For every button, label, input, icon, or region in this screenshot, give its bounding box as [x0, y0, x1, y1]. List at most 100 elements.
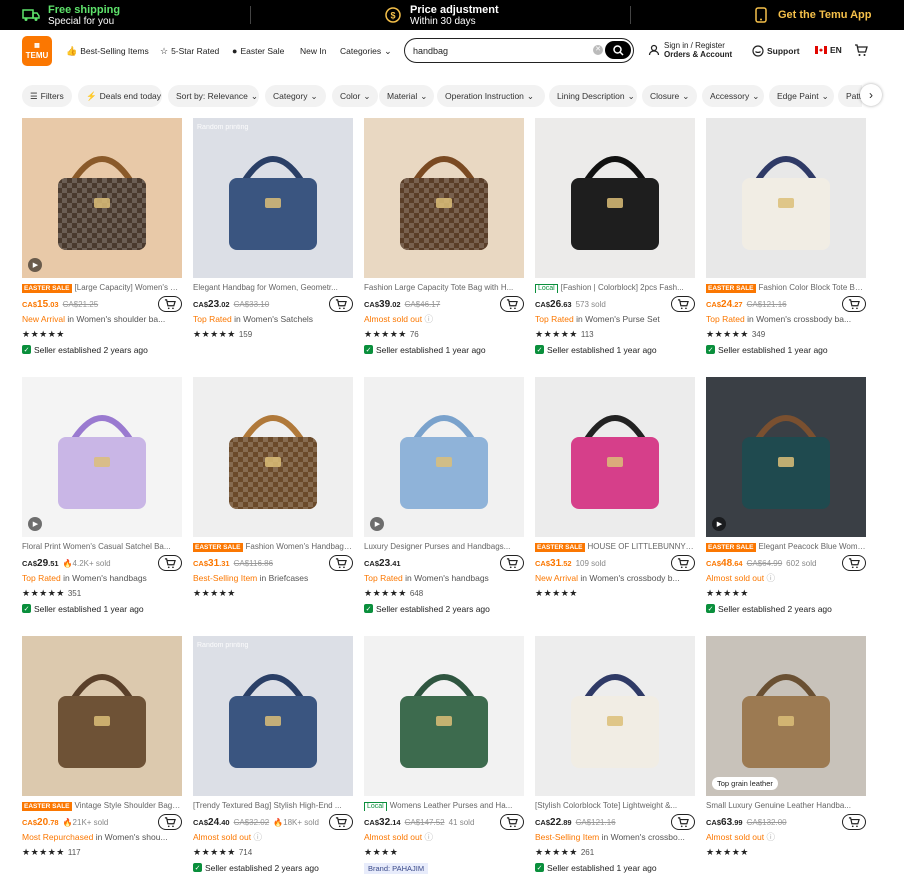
product-title[interactable]: Fashion Large Capacity Tote Bag with H..…	[364, 282, 524, 293]
product-card[interactable]: EASTER SALE Fashion Color Block Tote Bag.…	[706, 118, 866, 355]
product-title[interactable]: Local [Fashion | Colorblock] 2pcs Fash...	[535, 282, 695, 293]
accessory-dropdown[interactable]: Accessory ⌄	[702, 85, 764, 107]
add-to-cart-button[interactable]	[671, 296, 695, 312]
product-image[interactable]	[706, 118, 866, 278]
product-card[interactable]: ▶ Luxury Designer Purses and Handbags... C…	[364, 377, 524, 614]
promo-banner: Free shipping Special for you $ Price ad…	[0, 0, 904, 30]
product-card[interactable]: ▶ EASTER SALE Elegant Peacock Blue Wome...…	[706, 377, 866, 614]
add-to-cart-button[interactable]	[842, 555, 866, 571]
product-image[interactable]	[535, 377, 695, 537]
add-to-cart-button[interactable]	[158, 296, 182, 312]
product-card[interactable]: Random printing Elegant Handbag for Women…	[193, 118, 353, 340]
material-dropdown[interactable]: Material ⌄	[379, 85, 434, 107]
brand-tag[interactable]: Brand: PAHAJIM	[364, 863, 429, 874]
add-to-cart-button[interactable]	[842, 296, 866, 312]
add-to-cart-button[interactable]	[671, 814, 695, 830]
rating-stars: ★★★★★ 261	[535, 846, 695, 858]
product-card[interactable]: Local Womens Leather Purses and Ha... CA$3…	[364, 636, 524, 876]
lining-description-dropdown[interactable]: Lining Description ⌄	[549, 85, 637, 107]
review-count: 261	[580, 848, 595, 857]
product-title[interactable]: [Trendy Textured Bag] Stylish High-End .…	[193, 800, 353, 811]
filters-button[interactable]: ☰ Filters	[22, 85, 72, 107]
nav-five-star[interactable]: ☆ 5-Star Rated	[160, 40, 219, 62]
play-video-button[interactable]: ▶	[28, 517, 42, 531]
nav-easter-sale[interactable]: ● Easter Sale	[232, 40, 284, 62]
product-card[interactable]: Random printing [Trendy Textured Bag] Sty…	[193, 636, 353, 873]
filter-next-button[interactable]: ›	[860, 84, 882, 106]
add-to-cart-button[interactable]	[671, 555, 695, 571]
search-input[interactable]	[413, 43, 583, 58]
deals-end-today-chip[interactable]: ⚡ Deals end today	[78, 85, 162, 107]
product-image[interactable]: Random printing	[193, 636, 353, 796]
support-link[interactable]: Support	[752, 45, 800, 57]
product-title[interactable]: Small Luxury Genuine Leather Handba...	[706, 800, 866, 811]
product-title[interactable]: Local Womens Leather Purses and Ha...	[364, 800, 524, 811]
edge-paint-dropdown[interactable]: Edge Paint ⌄	[769, 85, 834, 107]
search-box[interactable]: ✕	[404, 38, 634, 63]
add-to-cart-button[interactable]	[329, 555, 353, 571]
color-dropdown[interactable]: Color ⌄	[332, 85, 378, 107]
product-image[interactable]: Random printing	[193, 118, 353, 278]
product-title[interactable]: EASTER SALE Elegant Peacock Blue Wome...	[706, 541, 866, 552]
product-title[interactable]: [Stylish Colorblock Tote] Lightweight &.…	[535, 800, 695, 811]
product-card[interactable]: EASTER SALE HOUSE OF LITTLEBUNNY Wh... CA$…	[535, 377, 695, 599]
operation-instruction-dropdown[interactable]: Operation Instruction ⌄	[437, 85, 545, 107]
language-selector[interactable]: EN	[815, 45, 842, 55]
nav-new-in[interactable]: New In	[300, 40, 326, 62]
add-to-cart-button[interactable]	[842, 814, 866, 830]
product-title[interactable]: EASTER SALE Vintage Style Shoulder Bag f.…	[22, 800, 182, 811]
product-image[interactable]	[193, 377, 353, 537]
play-video-button[interactable]: ▶	[712, 517, 726, 531]
product-title[interactable]: Floral Print Women's Casual Satchel Ba..…	[22, 541, 182, 552]
product-image[interactable]	[22, 636, 182, 796]
nav-categories[interactable]: Categories ⌄	[340, 40, 395, 62]
product-card[interactable]: Local [Fashion | Colorblock] 2pcs Fash...…	[535, 118, 695, 355]
product-card[interactable]: ▶ Floral Print Women's Casual Satchel Ba.…	[22, 377, 182, 614]
add-to-cart-button[interactable]	[500, 814, 524, 830]
add-to-cart-button[interactable]	[329, 296, 353, 312]
product-title[interactable]: Elegant Handbag for Women, Geometr...	[193, 282, 353, 293]
product-image[interactable]: ▶	[364, 377, 524, 537]
product-card[interactable]: EASTER SALE Vintage Style Shoulder Bag f.…	[22, 636, 182, 858]
product-card[interactable]: [Stylish Colorblock Tote] Lightweight &.…	[535, 636, 695, 873]
product-title[interactable]: EASTER SALE Fashion Women's Handbag S...	[193, 541, 353, 552]
product-card[interactable]: Top grain leather Small Luxury Genuine Le…	[706, 636, 866, 858]
product-card[interactable]: Fashion Large Capacity Tote Bag with H..…	[364, 118, 524, 355]
add-to-cart-button[interactable]	[158, 555, 182, 571]
temu-logo[interactable]: ▦ TEMU	[22, 36, 52, 66]
product-image[interactable]	[364, 636, 524, 796]
cart-button[interactable]	[854, 44, 868, 62]
product-image[interactable]: ▶	[706, 377, 866, 537]
product-image[interactable]	[535, 636, 695, 796]
product-image[interactable]: Top grain leather	[706, 636, 866, 796]
free-shipping-promo[interactable]: Free shipping Special for you	[22, 0, 120, 30]
nav-best-selling[interactable]: 👍 Best-Selling Items	[66, 40, 149, 62]
play-video-button[interactable]: ▶	[370, 517, 384, 531]
product-image[interactable]	[364, 118, 524, 278]
price-adjustment-promo[interactable]: $ Price adjustment Within 30 days	[384, 0, 499, 30]
product-subline: New Arrival in Women's shoulder ba...	[22, 314, 182, 325]
product-image[interactable]	[535, 118, 695, 278]
sort-dropdown[interactable]: Sort by: Relevance ⌄	[168, 85, 259, 107]
product-image[interactable]: ▶	[22, 377, 182, 537]
search-button[interactable]	[605, 41, 631, 59]
account-link[interactable]: Sign in / Register Orders & Account	[648, 41, 732, 59]
price-currency: CA$	[22, 817, 38, 827]
add-to-cart-button[interactable]	[158, 814, 182, 830]
add-to-cart-button[interactable]	[500, 555, 524, 571]
closure-dropdown[interactable]: Closure ⌄	[642, 85, 697, 107]
get-app-link[interactable]: Get the Temu App	[752, 0, 872, 30]
product-title[interactable]: EASTER SALE [Large Capacity] Women's PU..…	[22, 282, 182, 293]
product-title[interactable]: Luxury Designer Purses and Handbags...	[364, 541, 524, 552]
play-video-button[interactable]: ▶	[28, 258, 42, 272]
product-title[interactable]: EASTER SALE HOUSE OF LITTLEBUNNY Wh...	[535, 541, 695, 552]
product-card[interactable]: EASTER SALE Fashion Women's Handbag S... C…	[193, 377, 353, 599]
category-dropdown[interactable]: Category ⌄	[265, 85, 326, 107]
product-card[interactable]: ▶ EASTER SALE [Large Capacity] Women's PU.…	[22, 118, 182, 355]
product-image[interactable]: ▶	[22, 118, 182, 278]
clear-icon[interactable]: ✕	[593, 45, 603, 55]
add-to-cart-button[interactable]	[500, 296, 524, 312]
pattern-dropdown[interactable]: Patt	[838, 85, 862, 107]
add-to-cart-button[interactable]	[329, 814, 353, 830]
product-title[interactable]: EASTER SALE Fashion Color Block Tote Bag.…	[706, 282, 866, 293]
